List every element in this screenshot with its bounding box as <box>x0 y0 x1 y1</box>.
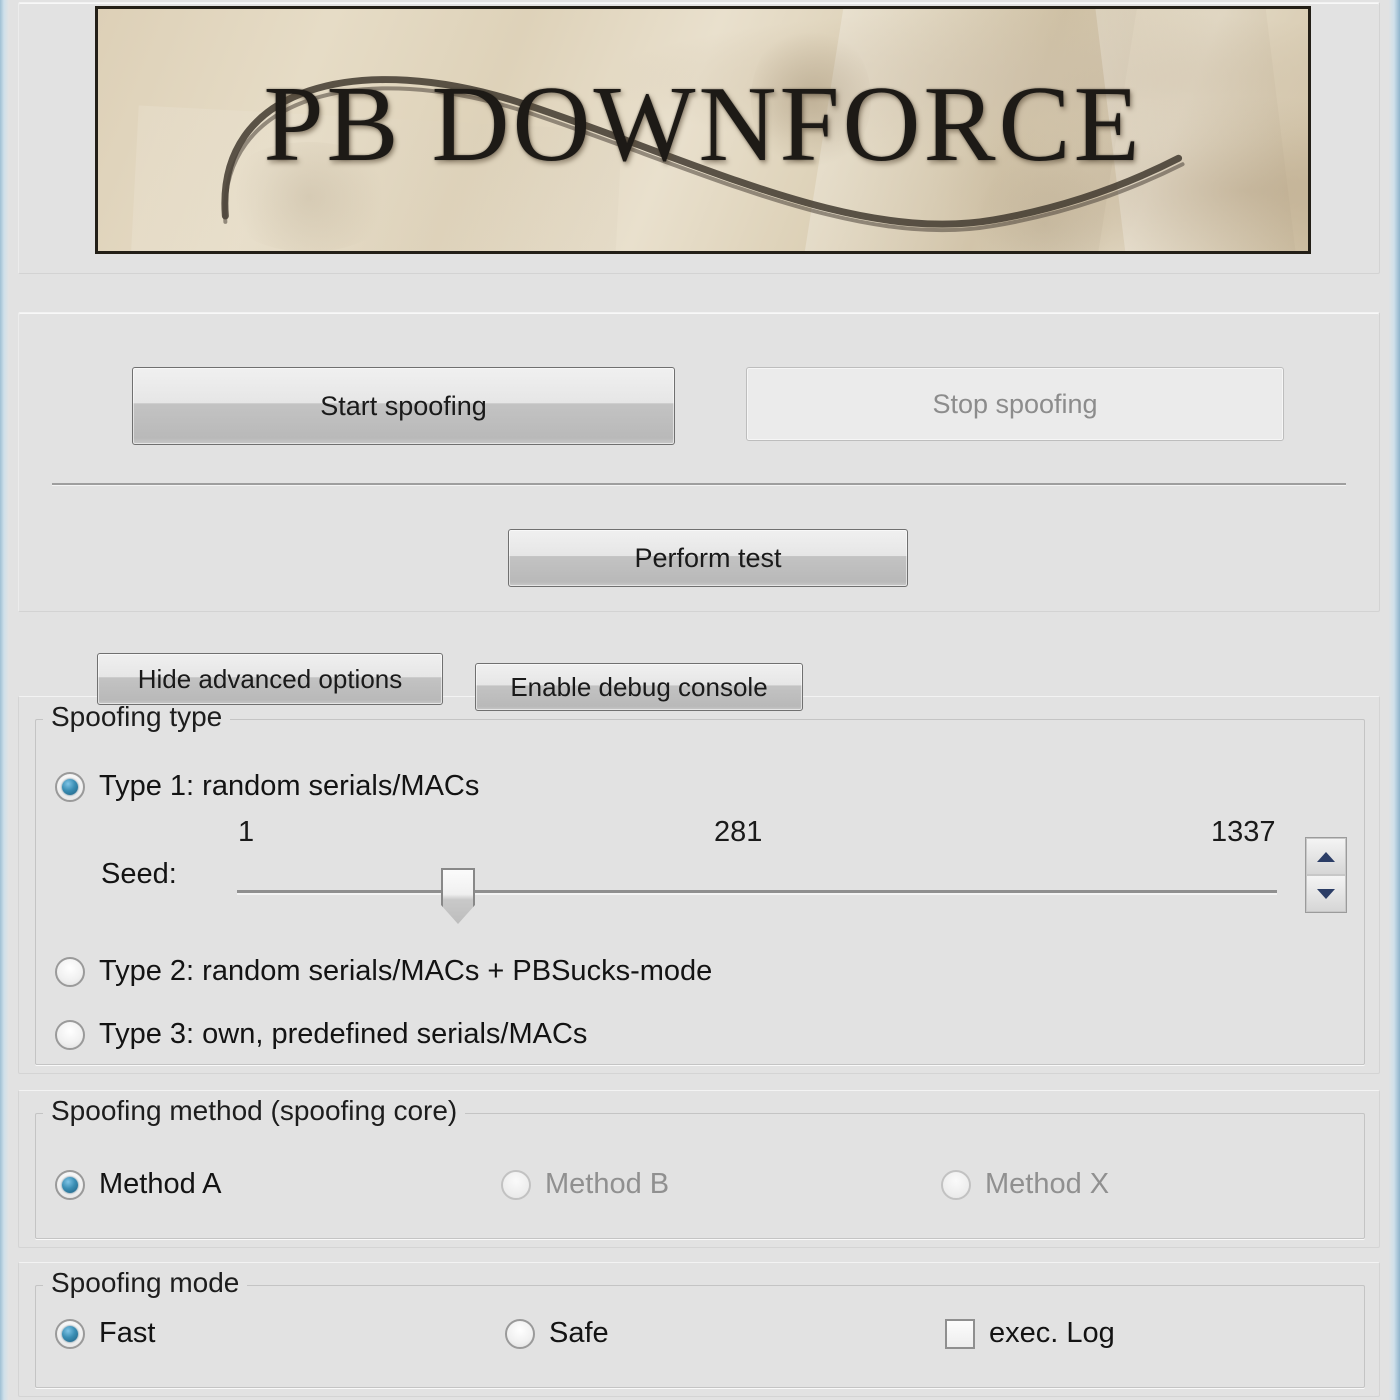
banner-title: PB DOWNFORCE <box>263 65 1143 185</box>
chevron-down-icon <box>1317 888 1335 899</box>
chevron-up-icon <box>1317 851 1335 862</box>
radio-option-method-a[interactable]: Method A <box>55 1168 222 1201</box>
seed-current-value-label: 281 <box>714 816 763 848</box>
stop-spoofing-button[interactable]: Stop spoofing <box>746 367 1284 441</box>
spoofing-type-group-label: Spoofing type <box>43 701 231 733</box>
radio-label: Type 3: own, predefined serials/MACs <box>99 1018 588 1050</box>
horizontal-separator <box>52 483 1346 485</box>
banner-image: PB DOWNFORCE <box>95 6 1311 254</box>
start-spoofing-button[interactable]: Start spoofing <box>132 367 675 445</box>
radio-option-safe[interactable]: Safe <box>505 1317 609 1350</box>
radio-label: Fast <box>99 1317 156 1349</box>
radio-option-type-1[interactable]: Type 1: random serials/MACs <box>55 770 479 803</box>
radio-label: Type 1: random serials/MACs <box>99 770 480 802</box>
radio-label: Type 2: random serials/MACs + PBSucks-mo… <box>99 955 713 987</box>
radio-indicator-icon <box>55 956 85 987</box>
seed-spinner-down-button[interactable] <box>1306 875 1346 912</box>
seed-min-label: 1 <box>238 816 255 848</box>
hide-advanced-options-button[interactable]: Hide advanced options <box>97 653 443 705</box>
seed-label: Seed: <box>101 858 177 890</box>
group-frame <box>35 1285 1365 1388</box>
radio-option-fast[interactable]: Fast <box>55 1317 155 1350</box>
radio-indicator-icon <box>55 771 85 802</box>
radio-indicator-icon <box>55 1169 85 1200</box>
radio-indicator-icon <box>941 1169 971 1200</box>
checkbox-indicator-icon <box>945 1318 975 1349</box>
seed-slider-track[interactable] <box>237 890 1277 893</box>
banner-panel: PB DOWNFORCE <box>18 2 1380 274</box>
radio-label: Method A <box>99 1168 222 1200</box>
spoofing-method-group-label: Spoofing method (spoofing core) <box>43 1095 466 1127</box>
seed-spinner[interactable] <box>1305 837 1347 913</box>
enable-debug-console-button[interactable]: Enable debug console <box>475 663 803 711</box>
spoofing-mode-group-label: Spoofing mode <box>43 1267 248 1299</box>
radio-option-method-x[interactable]: Method X <box>941 1168 1109 1201</box>
radio-label: Method B <box>545 1168 670 1200</box>
radio-label: Safe <box>549 1317 609 1349</box>
radio-indicator-icon <box>505 1318 535 1349</box>
actions-panel: Start spoofing Stop spoofing Perform tes… <box>18 312 1380 612</box>
application-window: PB DOWNFORCE Start spoofing Stop spoofin… <box>0 0 1400 1400</box>
radio-option-method-b[interactable]: Method B <box>501 1168 669 1201</box>
seed-max-label: 1337 <box>1211 816 1276 848</box>
perform-test-button[interactable]: Perform test <box>508 529 908 587</box>
radio-label: Method X <box>985 1168 1110 1200</box>
radio-indicator-icon <box>55 1318 85 1349</box>
group-frame <box>35 1113 1365 1239</box>
checkbox-label: exec. Log <box>989 1317 1115 1349</box>
spoofing-mode-group: Spoofing mode <box>18 1262 1380 1397</box>
radio-indicator-icon <box>55 1019 85 1050</box>
radio-option-type-3[interactable]: Type 3: own, predefined serials/MACs <box>55 1018 587 1051</box>
seed-spinner-up-button[interactable] <box>1306 838 1346 875</box>
window-client-area: PB DOWNFORCE Start spoofing Stop spoofin… <box>9 0 1389 1400</box>
radio-option-type-2[interactable]: Type 2: random serials/MACs + PBSucks-mo… <box>55 955 712 988</box>
radio-indicator-icon <box>501 1169 531 1200</box>
spoofing-method-group: Spoofing method (spoofing core) <box>18 1090 1380 1248</box>
checkbox-exec-log[interactable]: exec. Log <box>945 1317 1115 1350</box>
